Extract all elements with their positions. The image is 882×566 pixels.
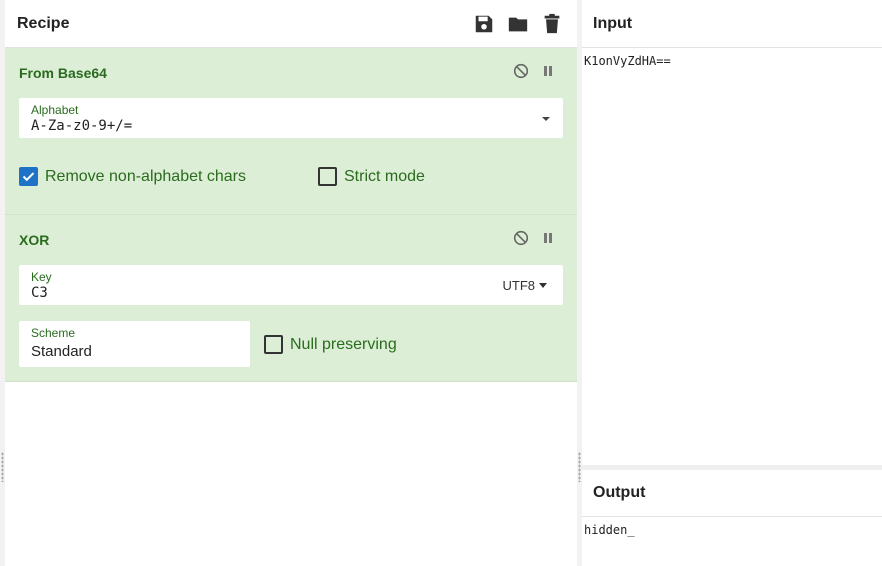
scheme-label: Scheme <box>31 326 76 340</box>
pause-icon[interactable] <box>541 231 555 245</box>
key-label: Key <box>31 270 52 284</box>
output-title: Output <box>593 484 646 501</box>
input-textarea[interactable]: K1onVyZdHA== <box>582 48 882 74</box>
alphabet-value: A-Za-z0-9+/= <box>31 118 133 134</box>
disable-icon[interactable] <box>513 230 529 246</box>
disable-icon[interactable] <box>513 63 529 79</box>
remove-non-alphabet-label: Remove non-alphabet chars <box>45 167 247 185</box>
recipe-toolbar <box>473 13 563 35</box>
input-pane: Input K1onVyZdHA== <box>582 0 882 465</box>
scheme-field[interactable]: Scheme Standard <box>19 321 250 367</box>
operation-controls <box>513 63 555 79</box>
operation-title: From Base64 <box>19 65 107 81</box>
check-icon <box>22 172 35 182</box>
input-header: Input <box>582 0 882 48</box>
chevron-down-icon[interactable] <box>541 116 551 122</box>
operation-from-base64: From Base64 Alphabet A-Za-z0-9+/= Remove… <box>5 48 577 215</box>
recipe-header: Recipe <box>5 0 577 48</box>
operation-xor: XOR Key C3 UTF8 Scheme Standard Null pre… <box>5 215 577 382</box>
save-icon[interactable] <box>473 13 495 35</box>
null-preserving-checkbox[interactable]: Null preserving <box>264 335 397 354</box>
operation-controls <box>513 230 555 246</box>
output-header: Output <box>582 470 882 517</box>
checkbox-unchecked[interactable] <box>318 167 337 186</box>
scheme-value: Standard <box>31 343 92 360</box>
operation-title: XOR <box>19 232 50 248</box>
folder-icon[interactable] <box>507 13 529 35</box>
divider-grip[interactable] <box>578 452 581 482</box>
key-value: C3 <box>31 285 48 301</box>
output-text[interactable]: hidden_ <box>582 517 882 543</box>
key-field[interactable]: Key C3 UTF8 <box>19 265 563 305</box>
null-preserving-label: Null preserving <box>290 335 397 353</box>
checkbox-unchecked[interactable] <box>264 335 283 354</box>
recipe-pane: Recipe From Base64 Alphabet A-Za-z0-9+/=… <box>5 0 577 566</box>
output-pane: Output hidden_ <box>582 470 882 566</box>
strict-mode-checkbox[interactable]: Strict mode <box>318 167 425 186</box>
alphabet-field[interactable]: Alphabet A-Za-z0-9+/= <box>19 98 563 138</box>
alphabet-label: Alphabet <box>31 103 79 117</box>
pause-icon[interactable] <box>541 64 555 78</box>
remove-non-alphabet-checkbox[interactable]: Remove non-alphabet chars <box>19 167 246 186</box>
key-encoding-value: UTF8 <box>502 278 536 293</box>
left-resize-handle[interactable] <box>1 452 4 482</box>
caret-down-icon <box>539 283 547 288</box>
trash-icon[interactable] <box>541 13 563 35</box>
input-title: Input <box>593 14 633 32</box>
checkbox-checked[interactable] <box>19 167 38 186</box>
recipe-title: Recipe <box>17 14 70 32</box>
strict-mode-label: Strict mode <box>344 167 425 185</box>
key-encoding-dropdown[interactable]: UTF8 <box>502 278 547 293</box>
